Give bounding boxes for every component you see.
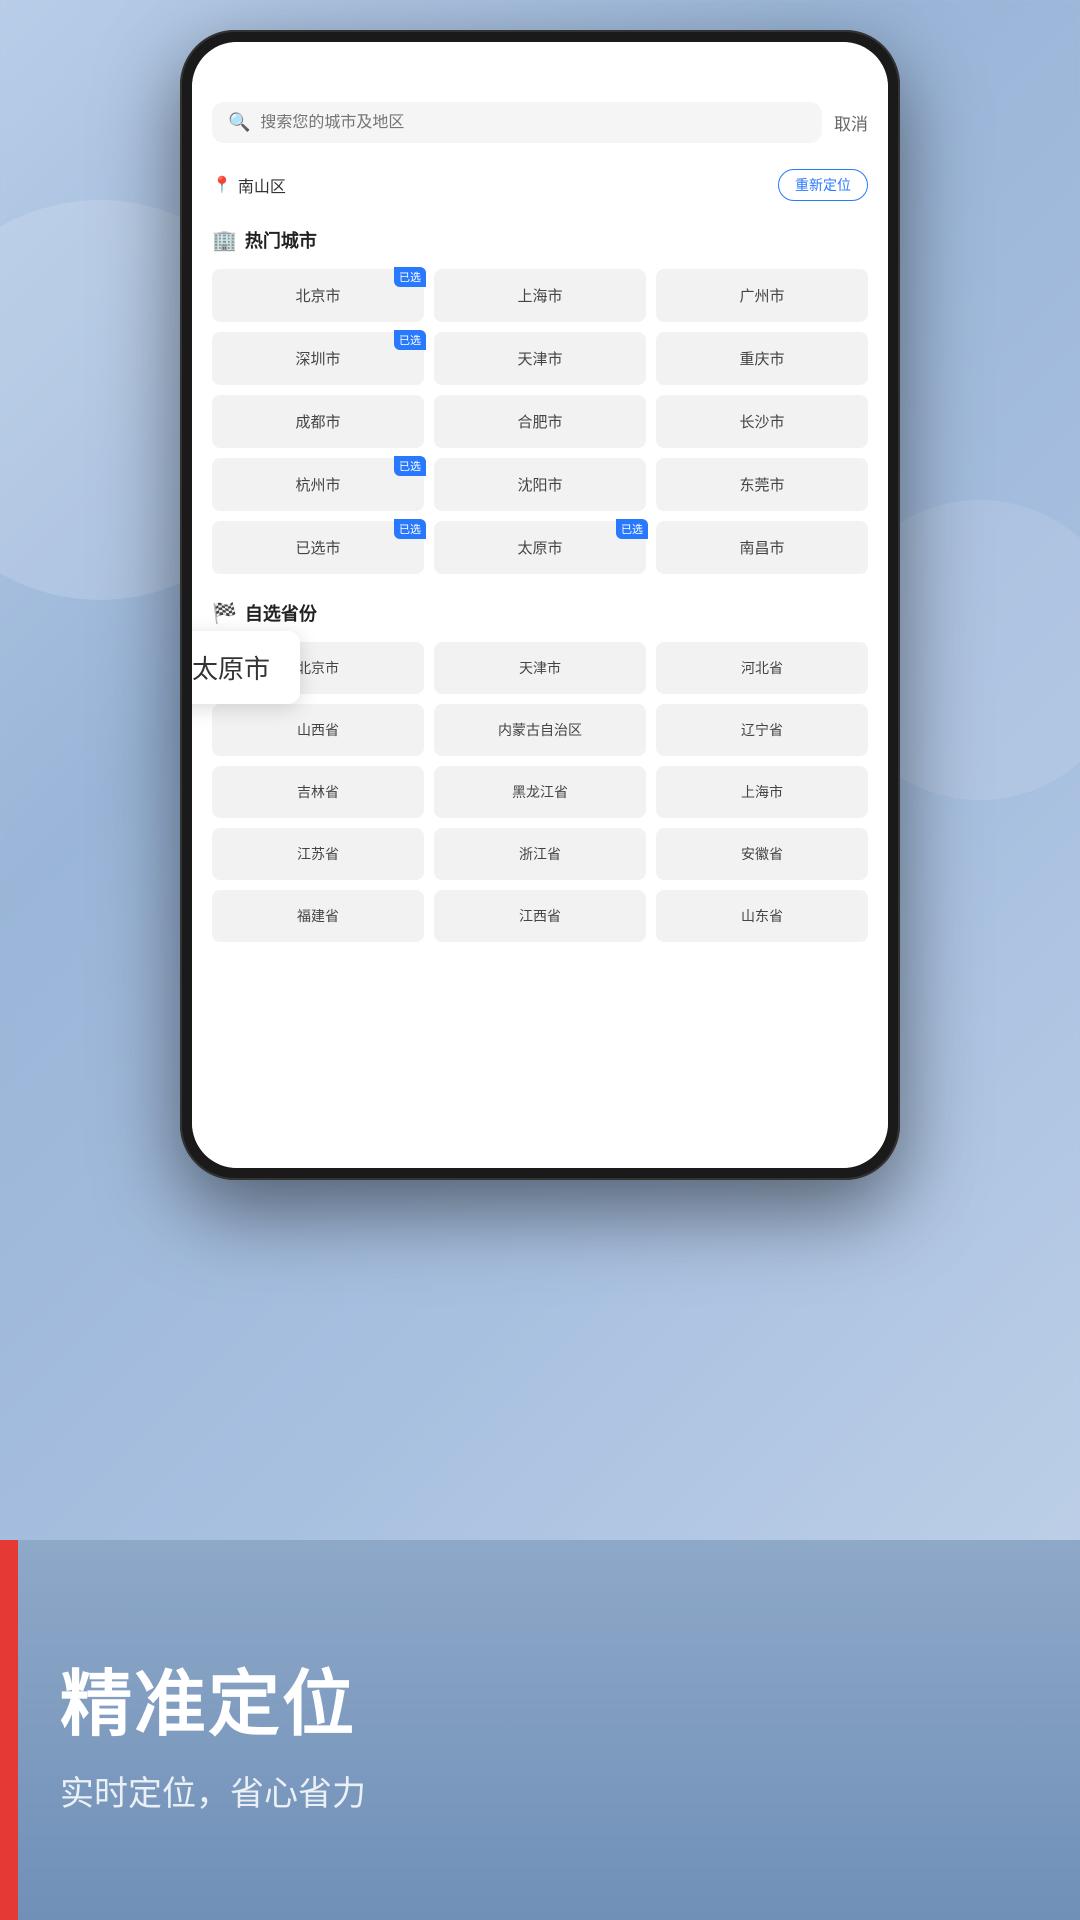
city-btn-taiyuan[interactable]: 太原市 bbox=[434, 521, 646, 574]
province-header: 🏁 自选省份 bbox=[192, 588, 888, 636]
red-accent-bar bbox=[0, 1540, 18, 1920]
city-btn-tianjin[interactable]: 天津市 bbox=[434, 332, 646, 385]
province-btn-tianjin[interactable]: 天津市 bbox=[434, 642, 646, 694]
city-btn-yixuan[interactable]: 已选市 bbox=[212, 521, 424, 574]
phone-frame: 🔍 取消 📍 南山区 重新定位 🏢 热门城市 北京市 上海市 bbox=[180, 30, 900, 1180]
search-input[interactable] bbox=[260, 114, 806, 132]
province-btn-jiangsu[interactable]: 江苏省 bbox=[212, 828, 424, 880]
phone-screen: 🔍 取消 📍 南山区 重新定位 🏢 热门城市 北京市 上海市 bbox=[192, 42, 888, 1168]
marketing-subtitle: 实时定位，省心省力 bbox=[60, 1766, 1020, 1815]
search-bar: 🔍 取消 bbox=[192, 86, 888, 159]
city-btn-hangzhou[interactable]: 杭州市 bbox=[212, 458, 424, 511]
hot-cities-header: 🏢 热门城市 bbox=[192, 215, 888, 263]
province-btn-shanxi[interactable]: 山西省 bbox=[212, 704, 424, 756]
cancel-button[interactable]: 取消 bbox=[834, 110, 868, 135]
marketing-section: 精准定位 实时定位，省心省力 bbox=[0, 1540, 1080, 1920]
city-tooltip: 太原市 bbox=[192, 631, 300, 704]
province-btn-shandong[interactable]: 山东省 bbox=[656, 890, 868, 942]
province-btn-zhejiang[interactable]: 浙江省 bbox=[434, 828, 646, 880]
hot-cities-title: 热门城市 bbox=[245, 227, 317, 253]
city-btn-beijing[interactable]: 北京市 bbox=[212, 269, 424, 322]
hot-city-icon: 🏢 bbox=[212, 228, 237, 253]
location-bar: 📍 南山区 重新定位 bbox=[192, 159, 888, 215]
city-btn-chengdu[interactable]: 成都市 bbox=[212, 395, 424, 448]
province-btn-fujian[interactable]: 福建省 bbox=[212, 890, 424, 942]
city-btn-hefei[interactable]: 合肥市 bbox=[434, 395, 646, 448]
city-btn-shenyang[interactable]: 沈阳市 bbox=[434, 458, 646, 511]
city-btn-changsha[interactable]: 长沙市 bbox=[656, 395, 868, 448]
city-btn-nanchang[interactable]: 南昌市 bbox=[656, 521, 868, 574]
province-btn-hebei[interactable]: 河北省 bbox=[656, 642, 868, 694]
city-btn-chongqing[interactable]: 重庆市 bbox=[656, 332, 868, 385]
city-btn-shenzhen[interactable]: 深圳市 bbox=[212, 332, 424, 385]
province-btn-neimenggu[interactable]: 内蒙古自治区 bbox=[434, 704, 646, 756]
province-btn-liaoning[interactable]: 辽宁省 bbox=[656, 704, 868, 756]
city-btn-dongguan[interactable]: 东莞市 bbox=[656, 458, 868, 511]
app-content: 🔍 取消 📍 南山区 重新定位 🏢 热门城市 北京市 上海市 bbox=[192, 86, 888, 1168]
search-icon: 🔍 bbox=[228, 112, 250, 133]
province-btn-anhui[interactable]: 安徽省 bbox=[656, 828, 868, 880]
marketing-title: 精准定位 bbox=[60, 1645, 1020, 1750]
location-left: 📍 南山区 bbox=[212, 173, 286, 197]
current-location: 南山区 bbox=[238, 173, 286, 197]
province-btn-jiangxi[interactable]: 江西省 bbox=[434, 890, 646, 942]
status-bar bbox=[192, 42, 888, 86]
province-icon: 🏁 bbox=[212, 601, 237, 626]
province-btn-shanghai[interactable]: 上海市 bbox=[656, 766, 868, 818]
location-pin-icon: 📍 bbox=[212, 175, 232, 195]
city-btn-shanghai[interactable]: 上海市 bbox=[434, 269, 646, 322]
hot-cities-grid: 北京市 上海市 广州市 深圳市 天津市 重庆市 成都市 合肥市 长沙市 杭州市 … bbox=[192, 263, 888, 584]
province-title: 自选省份 bbox=[245, 600, 317, 626]
search-input-wrap[interactable]: 🔍 bbox=[212, 102, 822, 143]
province-btn-heilongjiang[interactable]: 黑龙江省 bbox=[434, 766, 646, 818]
city-btn-guangzhou[interactable]: 广州市 bbox=[656, 269, 868, 322]
relocate-button[interactable]: 重新定位 bbox=[778, 169, 868, 201]
province-btn-jilin[interactable]: 吉林省 bbox=[212, 766, 424, 818]
